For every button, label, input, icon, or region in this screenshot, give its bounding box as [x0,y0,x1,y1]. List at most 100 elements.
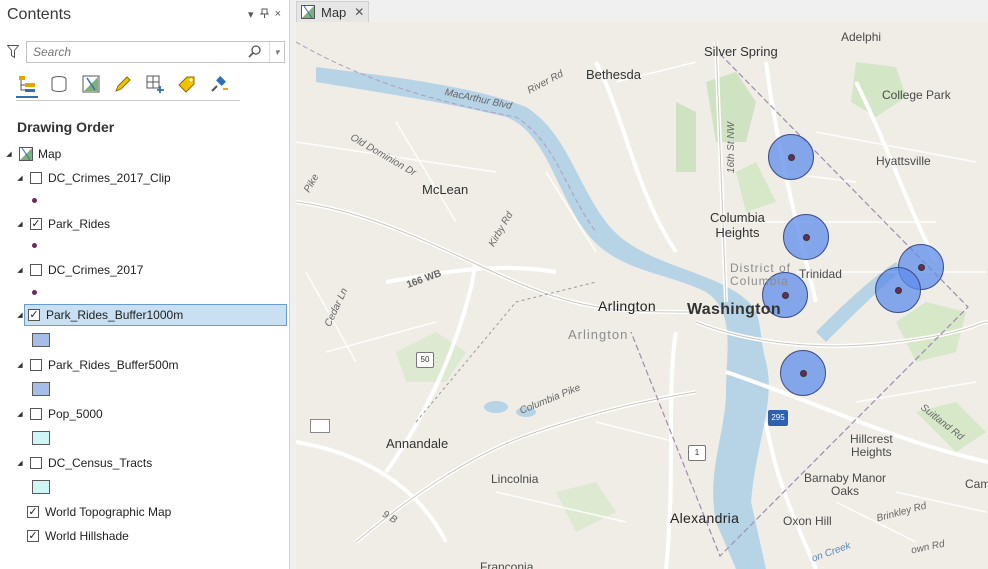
layer-row-selected[interactable]: Park_Rides_Buffer1000m [24,304,287,326]
map-tab-strip: Map ✕ [296,0,988,22]
place-label: Hyattsville [876,154,931,168]
layer-visibility-checkbox[interactable] [30,408,42,420]
map-view[interactable]: Silver Spring Adelphi Bethesda College P… [296,22,988,569]
search-input[interactable] [31,44,247,60]
search-box: ▾ [26,41,285,63]
park-ride-buffer[interactable] [768,134,814,180]
layer-row[interactable]: ◢ Park_Rides [16,213,110,235]
route-shield: 1 [688,445,706,461]
layer-row[interactable]: World Hillshade [27,525,129,547]
tree-item-map[interactable]: ◢ Map [5,143,61,165]
layer-row[interactable]: World Topographic Map [27,501,171,523]
place-label: Cam [965,477,988,491]
place-label: Bethesda [586,67,641,82]
route-shield: 295 [768,410,788,426]
contents-pane: Contents ▾ × ▾ [0,0,290,569]
place-label: Trinidad [799,267,842,281]
park-ride-point[interactable] [803,234,810,241]
place-label: Alexandria [670,510,740,526]
park-ride-buffer[interactable] [783,214,829,260]
layer-row[interactable]: ◢ DC_Crimes_2017_Clip [16,167,171,189]
close-tab-icon[interactable]: ✕ [354,5,364,19]
park-ride-point[interactable] [788,154,795,161]
map-icon [301,5,315,19]
place-label: Hillcrest Heights [850,432,893,459]
contents-header: Contents ▾ × [0,0,289,30]
layer-visibility-checkbox[interactable] [30,218,42,230]
layer-visibility-checkbox[interactable] [30,457,42,469]
expander-icon[interactable]: ◢ [16,361,24,369]
place-label: Washington [687,301,781,318]
contents-title: Contents [7,6,72,23]
place-label: Arlington [568,327,629,342]
filter-icon[interactable] [4,42,22,62]
layer-visibility-checkbox[interactable] [27,530,39,542]
layer-name: DC_Crimes_2017_Clip [48,171,171,185]
place-label: McLean [422,182,469,197]
layer-name: DC_Crimes_2017 [48,263,144,277]
pane-options-icon[interactable]: ▾ [248,8,254,22]
list-by-perspective-icon[interactable] [208,72,230,96]
layer-row[interactable]: ◢ Pop_5000 [16,403,103,425]
place-label: Franconia [480,560,534,569]
layer-name: Park_Rides_Buffer500m [48,358,179,372]
search-row: ▾ [4,40,285,64]
place-label: Lincolnia [491,472,539,486]
polygon-symbol-icon [32,431,50,445]
map-icon [19,147,33,161]
layer-visibility-checkbox[interactable] [28,309,40,321]
layer-visibility-checkbox[interactable] [30,264,42,276]
tab-map[interactable]: Map ✕ [296,1,369,22]
park-ride-buffer[interactable] [780,350,826,396]
layer-name: Park_Rides [48,217,111,231]
expander-icon[interactable]: ◢ [16,410,24,418]
list-by-snapping-icon[interactable] [144,72,166,96]
place-label: Barnaby Manor Oaks [804,471,887,498]
layer-row[interactable]: ◢ DC_Crimes_2017 [16,259,143,281]
expander-icon[interactable]: ◢ [16,266,24,274]
map-node-label: Map [38,147,62,161]
layer-visibility-checkbox[interactable] [30,359,42,371]
expander-icon[interactable]: ◢ [16,311,24,319]
expander-icon[interactable]: ◢ [16,174,24,182]
list-by-selection-icon[interactable] [80,72,102,96]
park-ride-point[interactable] [800,370,807,377]
place-label: Adelphi [841,30,882,44]
place-label: College Park [882,88,951,102]
place-label: Annandale [386,436,449,451]
expander-icon[interactable]: ◢ [16,220,24,228]
place-label: Columbia Heights [710,210,765,240]
park-ride-point[interactable] [782,292,789,299]
park-ride-buffer[interactable] [875,267,921,313]
place-label: Silver Spring [704,44,778,59]
layer-visibility-checkbox[interactable] [30,172,42,184]
expander-icon[interactable]: ◢ [5,150,13,158]
place-label: District of Columbia [730,261,792,288]
contents-toolbar [16,72,240,101]
list-by-source-icon[interactable] [48,72,70,96]
layer-name: Park_Rides_Buffer1000m [46,308,184,322]
list-by-drawing-order-icon[interactable] [16,72,38,98]
polygon-symbol-icon [32,333,50,347]
polygon-symbol-icon [32,480,50,494]
pin-icon[interactable] [259,8,269,22]
drawing-order-heading: Drawing Order [17,119,115,135]
point-symbol-icon [32,198,37,203]
list-by-editing-icon[interactable] [112,72,134,96]
layer-row[interactable]: ◢ Park_Rides_Buffer500m [16,354,179,376]
layer-name: World Hillshade [45,529,129,543]
polygon-symbol-icon [32,382,50,396]
layer-row[interactable]: ◢ DC_Census_Tracts [16,452,152,474]
close-pane-icon[interactable]: × [275,8,281,22]
search-dropdown-icon[interactable]: ▾ [269,42,284,62]
expander-icon[interactable]: ◢ [16,459,24,467]
layer-visibility-checkbox[interactable] [27,506,39,518]
tab-map-label: Map [321,4,347,20]
point-symbol-icon [32,290,37,295]
park-ride-point[interactable] [918,264,925,271]
place-label: Arlington [598,298,656,314]
park-ride-point[interactable] [895,287,902,294]
list-by-labeling-icon[interactable] [176,72,198,96]
search-icon[interactable] [247,44,263,60]
layer-name: Pop_5000 [48,407,103,421]
